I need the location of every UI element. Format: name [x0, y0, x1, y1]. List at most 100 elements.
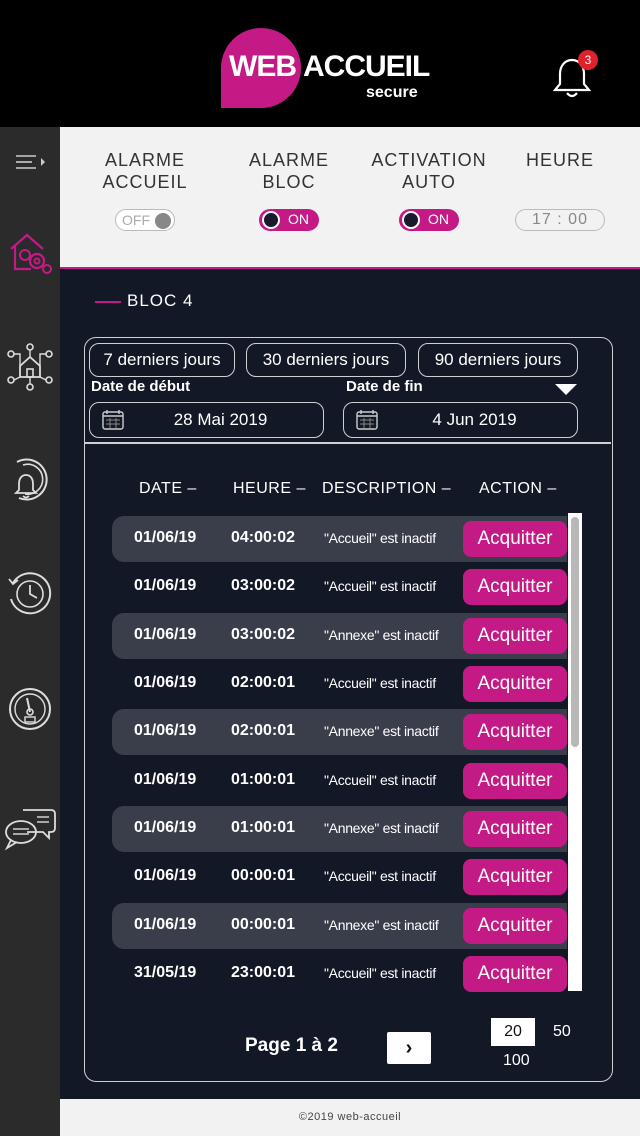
range-90-days-button[interactable]: 90 derniers jours: [418, 343, 578, 377]
sidebar-item-network[interactable]: [0, 337, 60, 397]
acquitter-button[interactable]: Acquitter: [463, 521, 567, 557]
toggle-alarme-bloc: ALARME BLOC ON: [224, 149, 354, 236]
toggle-label: HEURE: [525, 150, 594, 170]
scrollbar-thumb[interactable]: [571, 517, 579, 747]
alarm-history-panel: 7 derniers jours 30 derniers jours 90 de…: [84, 337, 613, 1082]
row-date: 01/06/19: [134, 626, 197, 643]
row-date: 01/06/19: [134, 771, 197, 788]
table-row: 01/06/19 01:00:01 "Accueil" est inactif …: [112, 758, 567, 804]
sidebar-item-dashboard[interactable]: [0, 679, 60, 739]
sidebar-item-messages[interactable]: [0, 797, 60, 857]
logo-secure-text: secure: [366, 84, 418, 101]
column-header-heure[interactable]: HEURE –: [233, 480, 306, 498]
table-row: 31/05/19 23:00:01 "Accueil" est inactif …: [112, 951, 567, 997]
alarme-accueil-switch[interactable]: OFF: [115, 209, 175, 231]
row-time: 03:00:02: [231, 626, 296, 643]
row-description: "Accueil" est inactif: [324, 772, 436, 788]
row-description: "Accueil" est inactif: [324, 675, 436, 691]
switch-state: OFF: [122, 212, 150, 228]
switch-knob: [402, 211, 420, 229]
menu-arrow-icon: [16, 155, 45, 169]
sidebar-item-home-settings[interactable]: [0, 222, 60, 282]
acquitter-button[interactable]: Acquitter: [463, 956, 567, 992]
network-house-icon: [7, 343, 53, 391]
toggle-bar: ALARME ACCUEIL OFF ALARME BLOC ON ACTIVA…: [60, 127, 640, 267]
house-gears-icon: [10, 233, 52, 274]
notification-badge: 3: [578, 50, 598, 70]
row-date: 31/05/19: [134, 964, 197, 981]
toggle-label: ALARME ACCUEIL: [102, 150, 188, 192]
row-description: "Annexe" est inactif: [324, 917, 439, 933]
page-info: Page 1 à 2: [245, 1035, 338, 1056]
start-date-label: Date de début: [91, 378, 191, 395]
end-date-label: Date de fin: [346, 378, 423, 395]
row-time: 23:00:01: [231, 964, 296, 981]
end-date-value: 4 Jun 2019: [432, 410, 517, 429]
table-row: 01/06/19 01:00:01 "Annexe" est inactif A…: [112, 806, 567, 852]
range-30-days-button[interactable]: 30 derniers jours: [246, 343, 406, 377]
logo-accueil-text: ACCUEIL: [303, 50, 430, 83]
activation-auto-switch[interactable]: ON: [399, 209, 459, 231]
web-accueil-logo: WEB ACCUEIL secure: [221, 28, 430, 108]
alarm-history-icon: [13, 458, 48, 501]
alarme-bloc-switch[interactable]: ON: [259, 209, 319, 231]
start-date-field[interactable]: 28 Mai 2019: [89, 402, 324, 438]
table-row: 01/06/19 00:00:01 "Annexe" est inactif A…: [112, 903, 567, 949]
toggle-activation-auto: ACTIVATION AUTO ON: [364, 149, 494, 236]
row-time: 02:00:01: [231, 674, 296, 691]
row-time: 03:00:02: [231, 577, 296, 594]
table-row: 01/06/19 04:00:02 "Accueil" est inactif …: [112, 516, 567, 562]
table-row: 01/06/19 00:00:01 "Accueil" est inactif …: [112, 854, 567, 900]
row-date: 01/06/19: [134, 529, 197, 546]
bloc-title: BLOC 4: [95, 291, 193, 311]
start-date-value: 28 Mai 2019: [173, 410, 268, 429]
sidebar-item-alarm-history[interactable]: [0, 449, 60, 509]
logo-web-text: WEB: [229, 50, 297, 83]
toggle-label: ALARME BLOC: [248, 150, 330, 192]
table-row: 01/06/19 02:00:01 "Accueil" est inactif …: [112, 661, 567, 707]
acquitter-button[interactable]: Acquitter: [463, 811, 567, 847]
column-header-description[interactable]: DESCRIPTION –: [322, 480, 451, 498]
row-description: "Accueil" est inactif: [324, 965, 436, 981]
row-description: "Annexe" est inactif: [324, 627, 439, 643]
clock-history-icon: [8, 572, 52, 615]
acquitter-button[interactable]: Acquitter: [463, 666, 567, 702]
gauge-icon: [9, 688, 51, 730]
column-header-action[interactable]: ACTION –: [479, 480, 557, 498]
page-size-20[interactable]: 20: [491, 1018, 535, 1046]
filter-divider: [85, 442, 611, 444]
acquitter-button[interactable]: Acquitter: [463, 763, 567, 799]
sidebar-item-history[interactable]: [0, 564, 60, 624]
toggle-label: ACTIVATION AUTO: [371, 150, 487, 192]
row-description: "Annexe" est inactif: [324, 820, 439, 836]
row-time: 00:00:01: [231, 916, 296, 933]
switch-knob: [155, 213, 171, 229]
row-description: "Accueil" est inactif: [324, 868, 436, 884]
range-7-days-button[interactable]: 7 derniers jours: [89, 343, 235, 377]
page-size-100[interactable]: 100: [503, 1052, 530, 1070]
row-time: 04:00:02: [231, 529, 296, 546]
next-page-button[interactable]: ›: [387, 1032, 431, 1064]
acquitter-button[interactable]: Acquitter: [463, 859, 567, 895]
row-time: 00:00:01: [231, 867, 296, 884]
column-header-date[interactable]: DATE –: [139, 480, 197, 498]
acquitter-button[interactable]: Acquitter: [463, 908, 567, 944]
table-scrollbar[interactable]: [568, 513, 582, 991]
row-date: 01/06/19: [134, 722, 197, 739]
footer-copyright: ©2019 web-accueil: [60, 1099, 640, 1136]
page-size-50[interactable]: 50: [553, 1023, 571, 1041]
toggle-heure: HEURE 17 : 00: [495, 149, 625, 231]
collapse-triangle-icon[interactable]: [555, 384, 577, 395]
switch-state: ON: [428, 211, 449, 227]
acquitter-button[interactable]: Acquitter: [463, 569, 567, 605]
table-row: 01/06/19 03:00:02 "Accueil" est inactif …: [112, 564, 567, 610]
acquitter-button[interactable]: Acquitter: [463, 618, 567, 654]
row-time: 01:00:01: [231, 819, 296, 836]
heure-time-input[interactable]: 17 : 00: [515, 209, 605, 231]
row-description: "Annexe" est inactif: [324, 723, 439, 739]
acquitter-button[interactable]: Acquitter: [463, 714, 567, 750]
sidebar-item-menu[interactable]: [0, 147, 60, 177]
end-date-field[interactable]: 4 Jun 2019: [343, 402, 578, 438]
row-date: 01/06/19: [134, 577, 197, 594]
table-row: 01/06/19 03:00:02 "Annexe" est inactif A…: [112, 613, 567, 659]
